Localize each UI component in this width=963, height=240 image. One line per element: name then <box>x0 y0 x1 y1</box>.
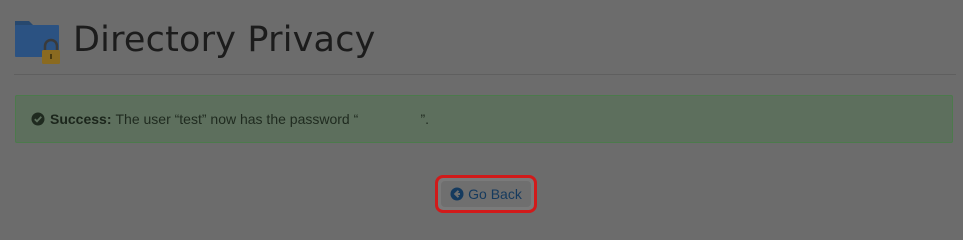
go-back-button[interactable]: Go Back <box>441 181 531 207</box>
check-circle-icon <box>31 112 45 126</box>
go-back-highlight: Go Back <box>435 175 537 213</box>
alert-status-label: Success: <box>50 111 112 127</box>
page-title: Directory Privacy <box>73 20 376 60</box>
alert-message: The user “test” now has the password “ ”… <box>115 111 430 127</box>
header-divider <box>14 74 956 75</box>
go-back-label: Go Back <box>468 186 522 202</box>
folder-lock-icon <box>14 15 64 65</box>
page-header: Directory Privacy <box>14 14 376 66</box>
arrow-circle-left-icon <box>450 187 464 201</box>
success-alert: Success: The user “test” now has the pas… <box>15 95 953 143</box>
